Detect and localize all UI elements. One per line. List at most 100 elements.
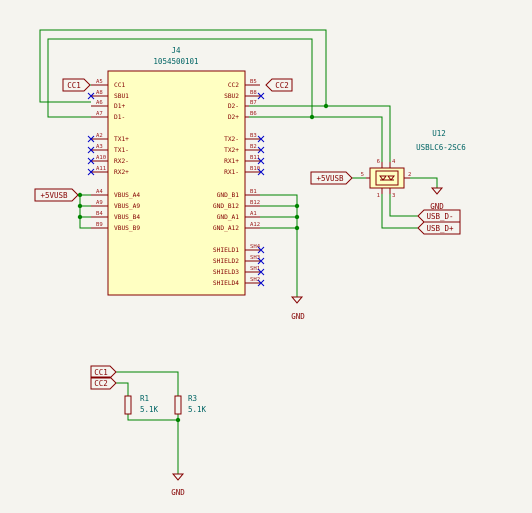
j4-pin-name: TX1+ <box>114 136 129 143</box>
j4-pin-number: A10 <box>96 155 106 161</box>
gnd-icon <box>171 473 185 481</box>
j4-pin-name: RX2- <box>114 158 129 165</box>
j4-pin-name: TX2- <box>224 136 239 143</box>
global-label-cc2[interactable]: CC2 <box>265 78 293 92</box>
j4-pin-number: A1 <box>250 211 257 217</box>
j4-pin-number: B2 <box>250 144 257 150</box>
wire-r1-bottom <box>127 414 178 421</box>
j4-pin-name: VBUS_A4 <box>114 192 140 199</box>
label-text: USB_D+ <box>426 224 454 233</box>
wire-cc2-r1 <box>116 382 129 396</box>
label-text: CC2 <box>94 379 108 388</box>
global-label-cc1-resistor[interactable]: CC1 <box>90 365 117 379</box>
j4-pin-number: B1 <box>250 189 257 195</box>
resistor-r1[interactable]: R1 5.1K <box>124 394 159 415</box>
j4-pin-number: A6 <box>96 100 103 106</box>
wire-gnd-tie <box>260 194 298 297</box>
j4-pin-number: A5 <box>96 79 103 85</box>
j4-pin-number: A3 <box>96 144 103 150</box>
gnd-icon <box>430 187 444 195</box>
gnd-symbol-u12[interactable]: GND <box>430 187 444 211</box>
global-label-usb-dm[interactable]: USB_D- <box>417 209 461 223</box>
j4-pin-name: SBU2 <box>224 93 239 100</box>
j4-pin-name: GND_B12 <box>213 203 239 210</box>
j4-value: 1054500101 <box>153 57 198 66</box>
j4-pin-number: A8 <box>96 90 103 96</box>
u12-pinnum: 3 <box>392 193 395 199</box>
j4-pin-name: TX1- <box>114 147 129 154</box>
schematic-sheet: J4 1054500101 A5 CC1 A8 SBU1 A6 D1+ A7 D1- A2 TX1… <box>0 0 532 508</box>
global-label-vusb-j4[interactable]: +5VUSB <box>34 188 91 202</box>
j4-pin-name: D2+ <box>228 114 239 121</box>
j4-pin-name: SBU1 <box>114 93 129 100</box>
j4-pin-number: A9 <box>96 200 103 206</box>
u12-reference: U12 <box>432 129 446 138</box>
u12-pinnum: 2 <box>408 172 411 178</box>
j4-pin-name: SHIELD4 <box>213 280 239 287</box>
j4-pin-name: RX1+ <box>224 158 239 165</box>
wire-usb-dm <box>326 105 418 217</box>
junction-dot <box>294 203 300 209</box>
label-text: USB_D- <box>426 212 453 221</box>
global-label-cc2-resistor[interactable]: CC2 <box>90 376 117 390</box>
j4-pin-name: GND_A12 <box>213 225 239 232</box>
gnd-label: GND <box>291 312 305 321</box>
j4-pin-number: B9 <box>96 222 103 228</box>
u12-pinnum: 1 <box>377 193 380 199</box>
j4-reference: J4 <box>171 46 181 55</box>
j4-pin-name: D1- <box>114 114 125 121</box>
j4-pin-number: SH4 <box>250 244 261 250</box>
junction-dot <box>77 214 83 220</box>
r3-value: 5.1K <box>188 405 207 414</box>
junction-dot <box>294 225 300 231</box>
j4-pin-name: RX1- <box>224 169 239 176</box>
j4-pin-name: VBUS_B9 <box>114 225 140 232</box>
gnd-icon <box>290 296 304 304</box>
junction-dot <box>309 114 315 120</box>
j4-pin-name: D1+ <box>114 103 125 110</box>
j4-pin-name: RX2+ <box>114 169 129 176</box>
j4-pin-name: CC1 <box>114 82 125 89</box>
junction-dot <box>175 417 181 423</box>
j4-pin-name: SHIELD2 <box>213 258 239 265</box>
j4-pin-name: GND_B1 <box>217 192 240 199</box>
u12-pinnum: 4 <box>392 159 396 165</box>
r3-body <box>174 395 182 415</box>
connector-j4[interactable]: J4 1054500101 A5 CC1 A8 SBU1 A6 D1+ A7 D1- A2 TX1… <box>87 46 265 296</box>
j4-pin-number: A11 <box>96 166 106 172</box>
gnd-label: GND <box>171 488 185 497</box>
j4-pin-name: GND_A1 <box>217 214 240 221</box>
wire-cc1-r3 <box>116 371 179 396</box>
j4-pin-name: SHIELD3 <box>213 269 239 276</box>
global-label-usb-dp[interactable]: USB_D+ <box>417 221 461 235</box>
wire-u12-gnd <box>410 177 438 188</box>
j4-pin-name: SHIELD1 <box>213 247 239 254</box>
label-text: +5VUSB <box>40 191 68 200</box>
global-label-vusb-u12[interactable]: +5VUSB <box>310 171 353 185</box>
r1-value: 5.1K <box>140 405 159 414</box>
gnd-symbol-j4[interactable]: GND <box>290 296 305 321</box>
j4-pin-number: B5 <box>250 79 257 85</box>
j4-pin-name: CC2 <box>228 82 239 89</box>
label-text: CC2 <box>275 81 289 90</box>
global-label-cc1[interactable]: CC1 <box>62 78 91 92</box>
j4-pin-number: B12 <box>250 200 260 206</box>
j4-pin-number: B8 <box>250 90 257 96</box>
label-text: +5VUSB <box>316 174 344 183</box>
u12-value: USBLC6-2SC6 <box>416 143 466 152</box>
wire-vbus-tie <box>79 195 91 229</box>
resistor-r3[interactable]: R3 5.1K <box>174 394 207 415</box>
label-text: CC1 <box>67 81 81 90</box>
j4-pin-number: A4 <box>96 189 103 195</box>
j4-pin-name: VBUS_B4 <box>114 214 140 221</box>
u12-pinnum: 6 <box>377 159 380 165</box>
junction-dot <box>294 214 300 220</box>
r1-reference: R1 <box>140 394 149 403</box>
j4-pin-number: B4 <box>96 211 103 217</box>
junction-dot <box>323 103 329 109</box>
j4-pin-name: D2- <box>228 103 239 110</box>
gnd-label: GND <box>430 202 444 211</box>
junction-dot <box>77 203 83 209</box>
gnd-symbol-resistors[interactable]: GND <box>171 473 185 497</box>
label-text: CC1 <box>94 368 108 377</box>
